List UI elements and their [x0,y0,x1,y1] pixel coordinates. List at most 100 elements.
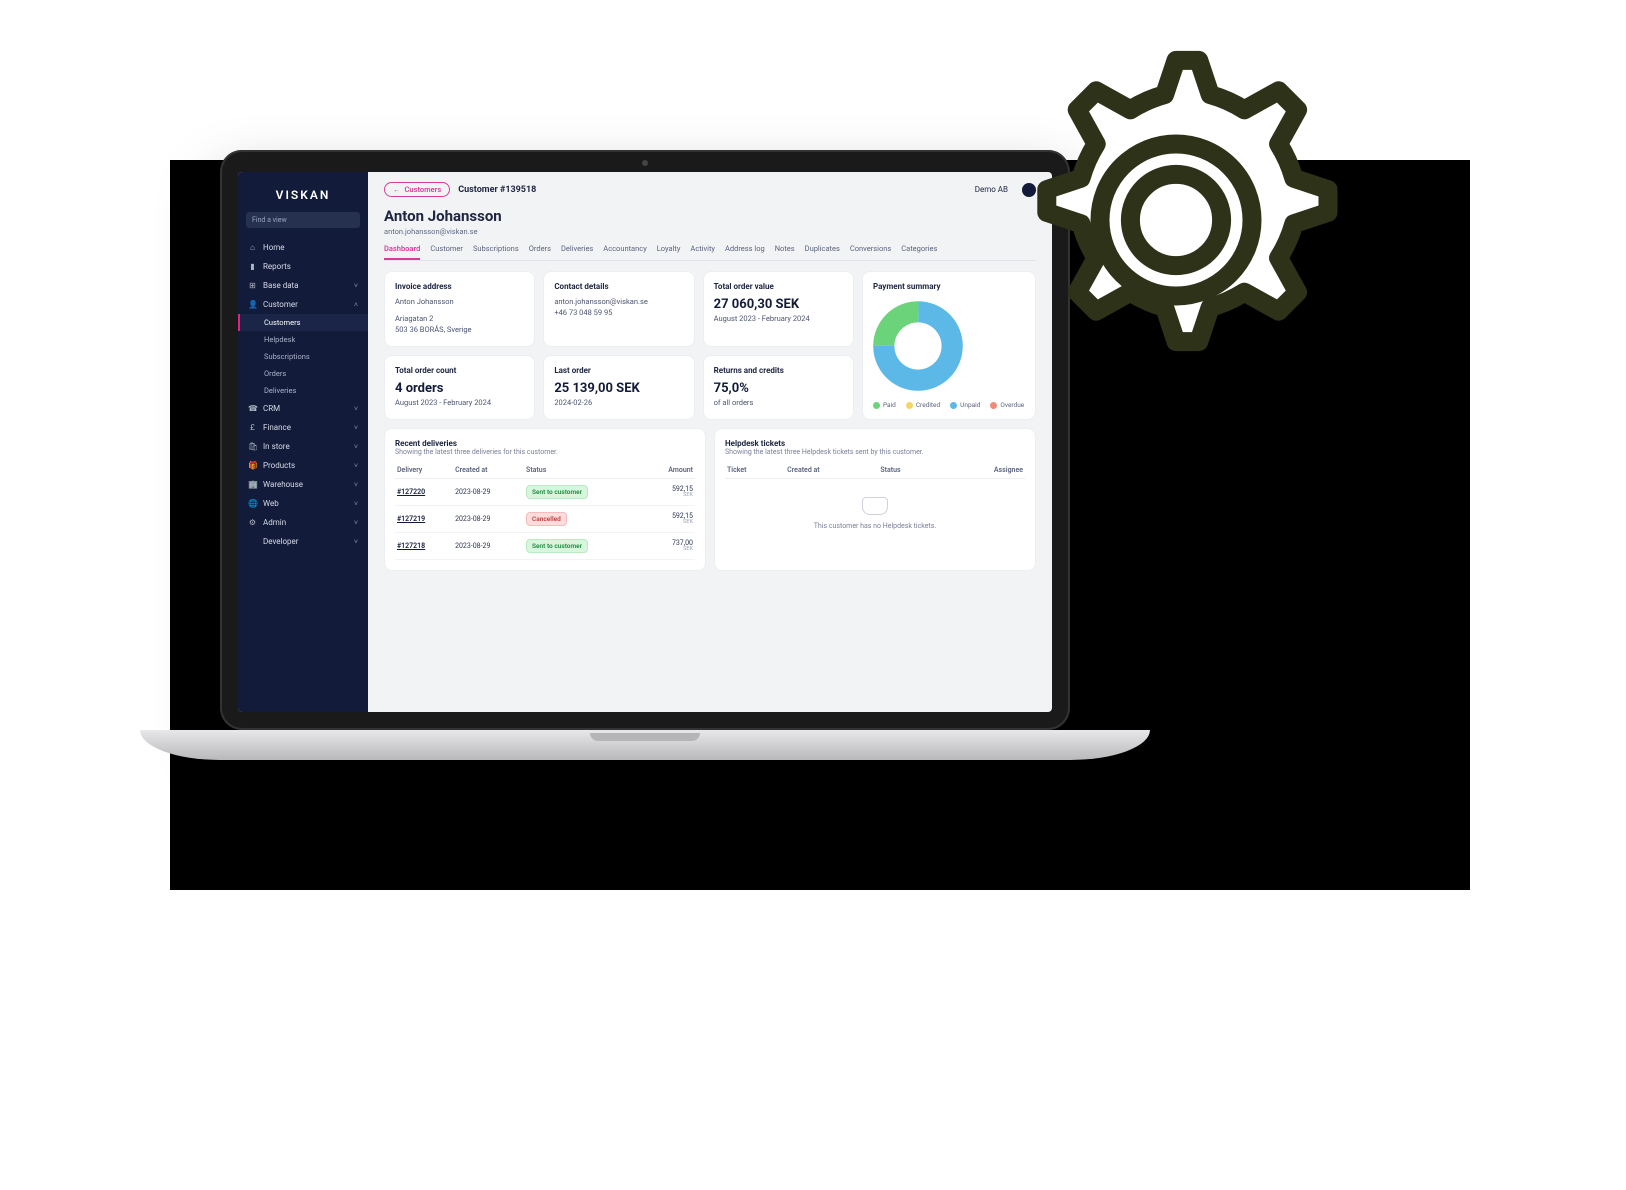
back-button[interactable]: ← Customers [384,182,450,197]
payment-donut-chart [873,301,963,391]
table-row: #1272202023-08-29Sent to customer592,15S… [395,479,695,506]
tab-duplicates[interactable]: Duplicates [805,244,840,260]
card-title: Total order value [714,282,843,291]
invoice-street: Ariagatan 2 [395,314,524,325]
tab-dashboard[interactable]: Dashboard [384,244,420,260]
laptop-base [140,730,1150,760]
delivery-link[interactable]: #127220 [397,488,425,496]
card-recent-deliveries: Recent deliveries Showing the latest thr… [384,428,706,571]
chevron-up-icon: ˄ [354,301,358,309]
sidebar-item-developer[interactable]: Developer˅ [238,532,368,551]
legend-dot [873,402,880,409]
nav-icon: ⚙ [248,518,257,527]
tab-orders[interactable]: Orders [529,244,551,260]
nav-icon: 🏢 [248,480,257,489]
sidebar-subitem-customers[interactable]: Customers [238,314,368,331]
card-total-order-value: Total order value 27 060,30 SEK August 2… [703,271,854,347]
sidebar-subitem-helpdesk[interactable]: Helpdesk [238,331,368,348]
sidebar-item-base-data[interactable]: ⊞Base data˅ [238,276,368,295]
cell-amount: 592,15SEK [643,479,695,506]
card-returns: Returns and credits 75,0% of all orders [703,355,854,420]
tab-notes[interactable]: Notes [775,244,795,260]
total-value: 27 060,30 SEK [714,297,843,312]
tab-address-log[interactable]: Address log [725,244,765,260]
tab-activity[interactable]: Activity [690,244,715,260]
customer-email: anton.johansson@viskan.se [384,227,1036,236]
topbar: ← Customers Customer #139518 Demo AB [384,182,1036,197]
delivery-link[interactable]: #127219 [397,515,425,523]
card-contact-details: Contact details anton.johansson@viskan.s… [543,271,694,347]
sidebar-item-home[interactable]: ⌂Home [238,238,368,257]
tab-deliveries[interactable]: Deliveries [561,244,593,260]
tab-loyalty[interactable]: Loyalty [657,244,681,260]
nav-label: In store [263,442,290,451]
main-content: ← Customers Customer #139518 Demo AB Ant… [368,172,1052,712]
cell-created: 2023-08-29 [453,506,524,533]
column-header: Created at [785,462,878,479]
returns-sub: of all orders [714,398,843,409]
sidebar-item-warehouse[interactable]: 🏢 Warehouse ˅ [238,475,368,494]
sidebar-subitem-orders[interactable]: Orders [238,365,368,382]
chevron-down-icon: ˅ [354,282,358,290]
legend-item: Unpaid [950,401,980,409]
sidebar-item-customer[interactable]: 👤Customer˄ [238,295,368,314]
table-row: #1272182023-08-29Sent to customer737,00S… [395,533,695,560]
tab-subscriptions[interactable]: Subscriptions [473,244,519,260]
tab-customer[interactable]: Customer [430,244,463,260]
inbox-icon [862,497,888,515]
cell-amount: 592,15SEK [643,506,695,533]
tab-categories[interactable]: Categories [901,244,937,260]
nav-icon: ☎ [248,404,257,413]
order-count: 4 orders [395,381,524,396]
sidebar-item-in-store[interactable]: 🛍In store˅ [238,437,368,456]
column-header: Created at [453,462,524,479]
camera-dot [642,160,648,166]
tabs: Dashboard Customer Subscriptions Orders Deli… [384,244,1036,261]
section-sub: Showing the latest three Helpdesk ticket… [725,448,1025,456]
chevron-down-icon: ˅ [354,519,358,527]
back-label: Customers [405,185,442,194]
sidebar-item-crm[interactable]: ☎CRM˅ [238,399,368,418]
tab-conversions[interactable]: Conversions [850,244,891,260]
nav-icon: ▮ [248,262,257,271]
card-helpdesk-tickets: Helpdesk tickets Showing the latest thre… [714,428,1036,571]
nav-icon: 🛍 [248,442,257,451]
chevron-down-icon: ˅ [354,481,358,489]
nav-label: Customer [263,300,298,309]
legend-dot [950,402,957,409]
chevron-down-icon: ˅ [354,405,358,413]
nav-icon: 🎁 [248,461,257,470]
column-header: Ticket [725,462,785,479]
nav-label: Warehouse [263,480,303,489]
section-sub: Showing the latest three deliveries for … [395,448,695,456]
sidebar-subitem-subscriptions[interactable]: Subscriptions [238,348,368,365]
empty-text: This customer has no Helpdesk tickets. [725,521,1025,531]
chevron-down-icon: ˅ [354,500,358,508]
sidebar-subitem-deliveries[interactable]: Deliveries [238,382,368,399]
sidebar-item-finance[interactable]: £Finance˅ [238,418,368,437]
find-view-input[interactable]: Find a view [246,212,360,228]
sidebar-item-admin[interactable]: ⚙ Admin ˅ [238,513,368,532]
section-title: Helpdesk tickets [725,439,1025,448]
order-count-range: August 2023 - February 2024 [395,398,524,409]
nav-label: Web [263,499,279,508]
card-title: Invoice address [395,282,524,291]
tab-accountancy[interactable]: Accountancy [603,244,646,260]
sidebar-item-reports[interactable]: ▮Reports [238,257,368,276]
nav-label: Admin [263,518,286,527]
sidebar-item-products[interactable]: 🎁Products˅ [238,456,368,475]
legend-item: Paid [873,401,896,409]
sidebar-item-web[interactable]: 🌐Web˅ [238,494,368,513]
last-order-value: 25 139,00 SEK [554,381,683,396]
legend-dot [906,402,913,409]
gear-icon [986,30,1366,410]
customer-name: Anton Johansson [384,207,1036,225]
card-title: Last order [554,366,683,375]
chevron-down-icon: ˅ [354,424,358,432]
column-header: Status [524,462,643,479]
card-title: Returns and credits [714,366,843,375]
nav-label: Home [263,243,285,252]
breadcrumb: Customer #139518 [458,185,536,195]
delivery-link[interactable]: #127218 [397,542,425,550]
column-header: Status [878,462,940,479]
